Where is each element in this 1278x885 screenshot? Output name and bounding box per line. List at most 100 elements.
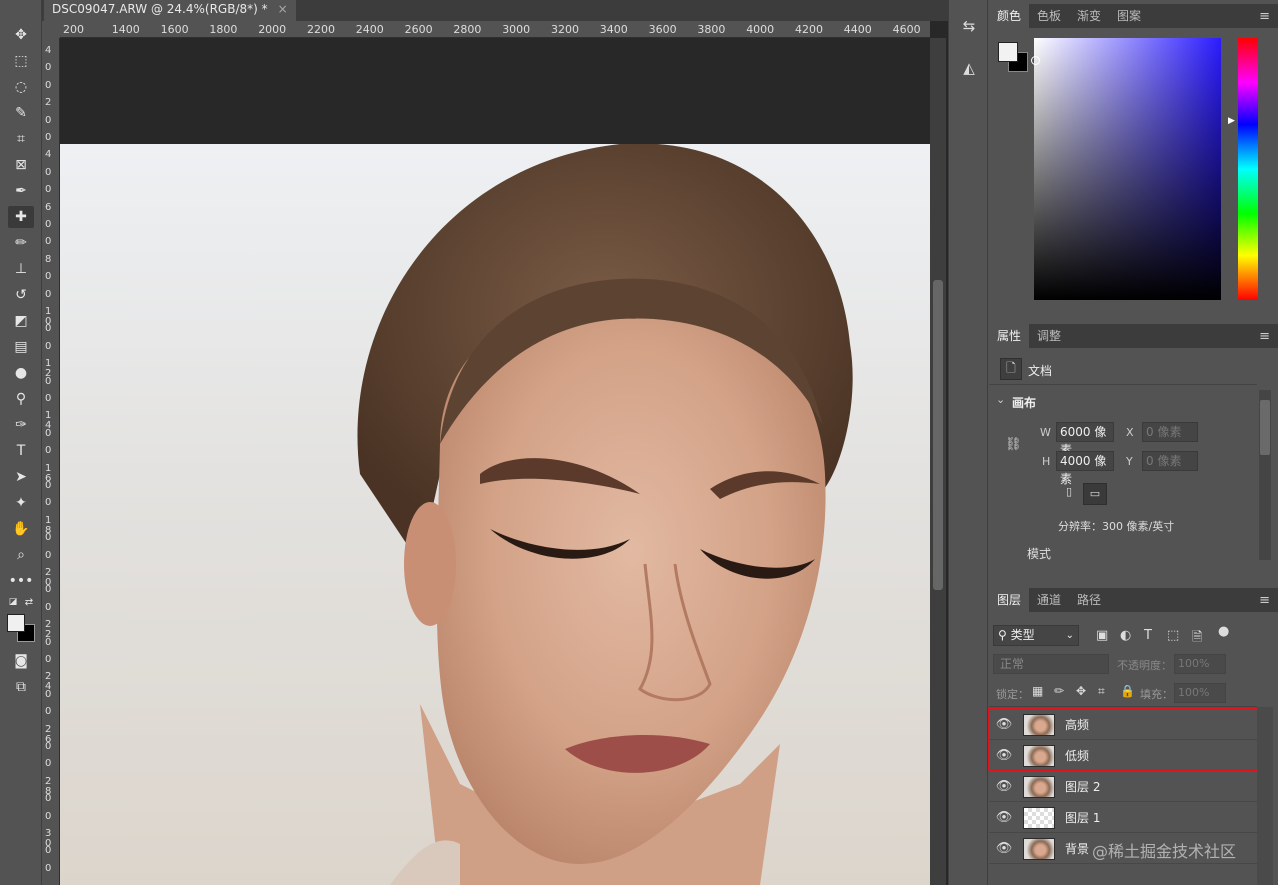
history-panel-icon[interactable]: ⇆ [957,14,981,38]
blend-mode-select[interactable]: 正常 [993,654,1109,674]
properties-scrollbar-thumb[interactable] [1260,400,1270,455]
hand-tool-icon[interactable]: ✋ [8,518,34,540]
ruler-tick-label: 0 [45,62,52,74]
swap-colors-icon[interactable]: ⇄ [22,596,36,608]
more-tools-icon[interactable]: ••• [8,570,34,592]
gradient-tool-icon[interactable]: ▤ [8,336,34,358]
filter-kind-label: 类型 [1010,628,1035,642]
tab-gradients[interactable]: 渐变 [1069,4,1109,28]
type-tool-icon[interactable]: T [8,440,34,462]
ruler-tick-label: 0 [45,480,52,491]
color-field[interactable] [1034,38,1221,300]
tab-layers[interactable]: 图层 [989,588,1030,612]
hue-slider[interactable] [1238,38,1258,300]
shape-tool-icon[interactable]: ✦ [8,492,34,514]
layer-thumbnail [1023,775,1055,798]
tools-panel: ✥ ⬚ ◌ ✎ ⌗ ⊠ ✒ ✚ ✏ ⊥ ↺ ◩ ▤ ● ⚲ ✑ T ➤ ✦ ✋ ⌕ ••• ◪ ⇄ ◙ ⧉ [0,0,42,885]
portrait-orientation-icon[interactable]: ▯ [1060,485,1078,503]
smart-object-filter-icon[interactable]: 🗎 [1192,628,1202,650]
panel-menu-icon[interactable]: ≡ [1259,9,1270,24]
canvas-photo[interactable] [60,144,930,885]
layer-row[interactable]: 👁 图层 1 [989,803,1257,833]
quick-select-tool-icon[interactable]: ✎ [8,102,34,124]
document-tab-bar: DSC09047.ARW @ 24.4%(RGB/8*) * × [42,0,948,21]
ruler-tick-label: 4 [45,45,52,56]
tab-properties[interactable]: 属性 [989,324,1030,348]
height-field[interactable]: 4000 像素 [1056,451,1114,486]
quick-mask-icon[interactable]: ◙ [8,650,34,672]
ruler-tick-label: 0 [45,271,52,283]
tab-swatches[interactable]: 色板 [1029,4,1069,28]
fill-field[interactable]: 100% [1174,683,1226,703]
history-brush-tool-icon[interactable]: ↺ [8,284,34,306]
ruler-tick-label: 0 [45,845,52,857]
close-icon[interactable]: × [278,0,288,21]
brush-tool-icon[interactable]: ✏ [8,232,34,254]
width-label: W [1040,426,1051,439]
y-field[interactable]: 0 像素 [1142,451,1198,471]
ruler-tick-label: 4600 [892,23,921,36]
layer-row[interactable]: 👁 图层 2 [989,772,1257,802]
marquee-tool-icon[interactable]: ⬚ [8,50,34,72]
ruler-tick-label: 0 [45,862,52,874]
ruler-corner [42,21,60,38]
tab-color[interactable]: 颜色 [989,4,1030,28]
chevron-down-icon[interactable]: ⌄ [996,393,1005,406]
zoom-tool-icon[interactable]: ⌕ [8,544,34,566]
adjustment-filter-icon[interactable]: ◐ [1120,628,1131,643]
pixel-filter-icon[interactable]: ▣ [1096,628,1108,643]
eraser-tool-icon[interactable]: ◩ [8,310,34,332]
foreground-color-swatch-top[interactable] [998,42,1018,62]
eye-icon[interactable]: 👁 [989,779,1019,794]
ruler-tick-label: 3400 [599,23,628,36]
document-tab[interactable]: DSC09047.ARW @ 24.4%(RGB/8*) * × [44,0,296,21]
layer-name: 图层 1 [1065,811,1101,825]
move-tool-icon[interactable]: ✥ [8,24,34,46]
eye-icon[interactable]: 👁 [989,810,1019,825]
lock-artboard-icon[interactable]: ⌗ [1098,684,1105,699]
lock-all-icon[interactable]: 🔒 [1120,684,1135,698]
screen-mode-icon[interactable]: ⧉ [8,676,34,698]
eye-icon[interactable]: 👁 [989,841,1019,856]
filter-toggle-icon[interactable]: ● [1218,624,1229,639]
canvas-section-title[interactable]: 画布 [1012,394,1036,411]
lock-pixels-icon[interactable]: ✏ [1054,684,1064,698]
dodge-tool-icon[interactable]: ⚲ [8,388,34,410]
tab-channels[interactable]: 通道 [1029,588,1069,612]
eyedropper-tool-icon[interactable]: ✒ [8,180,34,202]
lasso-tool-icon[interactable]: ◌ [8,76,34,98]
tab-patterns[interactable]: 图案 [1109,4,1149,28]
pen-tool-icon[interactable]: ✑ [8,414,34,436]
crop-tool-icon[interactable]: ⌗ [8,128,34,150]
lock-transparent-icon[interactable]: ▦ [1032,684,1043,698]
landscape-orientation-icon[interactable]: ▭ [1083,483,1107,505]
color-picker-marker[interactable] [1031,56,1040,65]
tab-paths[interactable]: 路径 [1069,588,1109,612]
ruler-tick-label: 0 [45,654,52,665]
layers-scrollbar[interactable] [1257,707,1273,885]
blur-tool-icon[interactable]: ● [8,362,34,384]
shape-panel-icon[interactable]: ◭ [957,56,981,80]
default-colors-icon[interactable]: ◪ [6,596,20,608]
path-select-tool-icon[interactable]: ➤ [8,466,34,488]
opacity-field[interactable]: 100% [1174,654,1226,674]
highlight-box [988,707,1261,771]
shape-filter-icon[interactable]: ⬚ [1167,628,1179,643]
clone-stamp-tool-icon[interactable]: ⊥ [8,258,34,280]
width-field[interactable]: 6000 像素 [1056,422,1114,457]
horizontal-ruler: 200 1400 1600 1800 2000 2200 2400 2600 2800 3000 3… [60,21,930,38]
foreground-color-chip[interactable] [7,614,25,632]
scrollbar-thumb[interactable] [933,280,943,590]
link-icon[interactable]: ⛓ [1005,437,1022,452]
layer-filter-select[interactable]: ⚲ 类型 ⌄ [993,625,1079,646]
hue-slider-marker[interactable]: ▶ [1228,116,1235,126]
lock-position-icon[interactable]: ✥ [1076,684,1086,698]
panel-menu-icon[interactable]: ≡ [1259,593,1270,608]
healing-brush-tool-icon[interactable]: ✚ [8,206,34,228]
properties-panel-header: 属性 调整 ≡ [989,324,1278,348]
type-filter-icon[interactable]: T [1144,628,1152,643]
tab-adjustments[interactable]: 调整 [1029,324,1069,348]
frame-tool-icon[interactable]: ⊠ [8,154,34,176]
x-field[interactable]: 0 像素 [1142,422,1198,442]
panel-menu-icon[interactable]: ≡ [1259,329,1270,344]
